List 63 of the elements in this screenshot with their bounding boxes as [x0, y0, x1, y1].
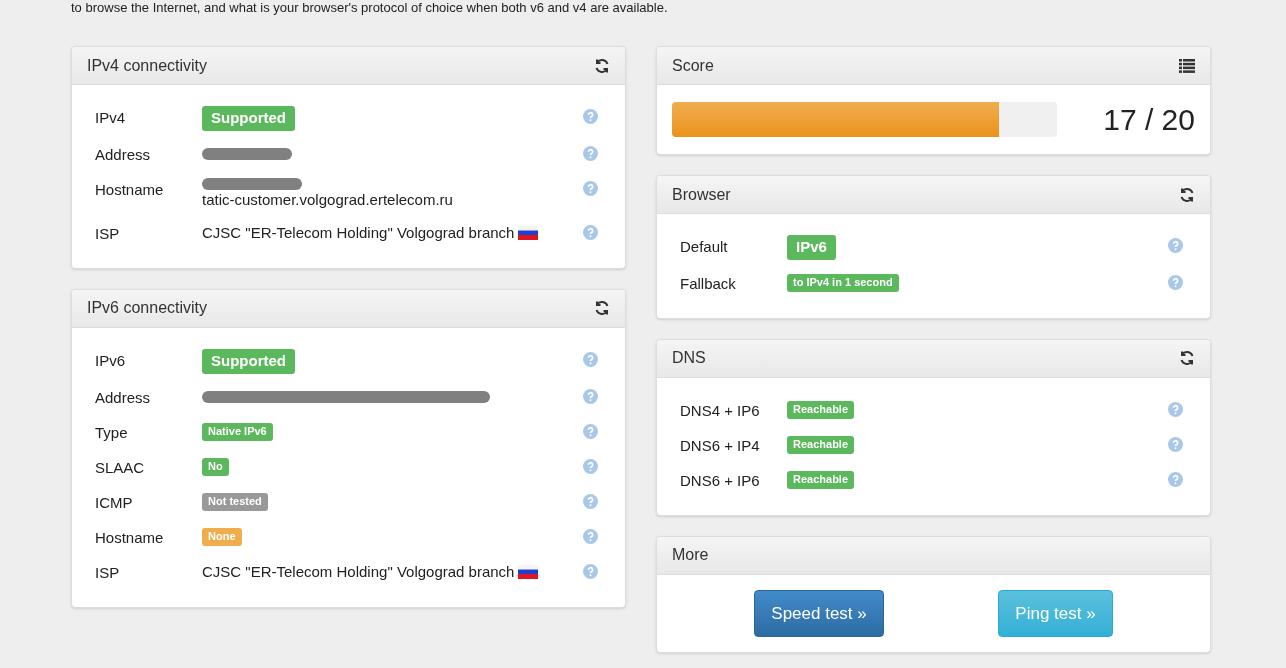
flag-icon [518, 565, 539, 579]
help-icon[interactable] [582, 180, 598, 196]
help-icon[interactable] [582, 493, 598, 509]
help-icon[interactable] [1167, 471, 1183, 487]
refresh-icon[interactable] [1179, 186, 1195, 203]
row-label: SLAAC [95, 457, 146, 478]
refresh-icon[interactable] [594, 300, 610, 317]
hostname-text: tatic-customer.volgograd.ertelecom.ru [202, 189, 453, 210]
intro-text: to browse the Internet, and what is your browser's protocol of choice when both v6 and v4 are available. [71, 0, 669, 16]
test-button[interactable]: Ping test » [998, 589, 1113, 638]
row-label: Default [680, 237, 729, 257]
row-label: Address [95, 387, 152, 408]
help-icon[interactable] [582, 423, 598, 439]
help-icon[interactable] [1167, 436, 1183, 452]
help-icon[interactable] [582, 388, 598, 404]
score-value: 17 / 20 [1103, 102, 1195, 138]
help-icon[interactable] [582, 351, 598, 367]
panel-title: Score [672, 55, 714, 76]
panel-title: More [672, 545, 709, 566]
row-label: Type [95, 422, 129, 443]
help-icon[interactable] [582, 109, 598, 124]
flag-icon [518, 226, 539, 241]
status-label: Supported [202, 348, 295, 374]
list-icon[interactable] [1179, 58, 1195, 73]
row-label: ISP [95, 223, 121, 244]
help-icon[interactable] [582, 145, 598, 161]
row-label: Fallback [680, 273, 737, 294]
status-label: Reachable [787, 436, 855, 455]
row-label: Hostname [95, 179, 165, 200]
row-label: DNS6 + IP6 [680, 470, 761, 491]
help-icon[interactable] [1167, 401, 1183, 417]
row-label: ISP [95, 562, 121, 583]
row-label: ICMP [95, 492, 134, 513]
row-label: IPv6 [95, 350, 126, 371]
status-label: Reachable [787, 401, 855, 420]
status-label: Supported [202, 106, 295, 131]
test-button[interactable]: Speed test » [754, 589, 884, 638]
status-label: to IPv4 in 1 second [787, 274, 899, 293]
help-icon[interactable] [582, 528, 598, 544]
help-icon[interactable] [1167, 238, 1183, 253]
status-label: Native IPv6 [202, 423, 273, 441]
row-label: Hostname [95, 527, 165, 548]
status-label: Reachable [787, 471, 855, 490]
panel-title: DNS [672, 348, 706, 369]
row-label: Address [95, 144, 152, 165]
refresh-icon[interactable] [1179, 350, 1195, 367]
help-icon[interactable] [1167, 274, 1183, 290]
isp-text: CJSC "ER-Telecom Holding" Volgograd branch [202, 223, 515, 244]
status-label: None [202, 528, 242, 546]
row-label: IPv4 [95, 108, 126, 128]
panel-title: IPv6 connectivity [87, 298, 208, 319]
row-label: DNS6 + IP4 [680, 435, 761, 456]
help-icon[interactable] [582, 224, 598, 240]
status-label: Not tested [202, 493, 268, 511]
help-icon[interactable] [582, 563, 598, 579]
panel-title: IPv4 connectivity [87, 55, 208, 76]
isp-text: CJSC "ER-Telecom Holding" Volgograd branch [202, 562, 515, 582]
row-label: DNS4 + IP6 [680, 400, 761, 421]
status-label: No [202, 458, 229, 476]
help-icon[interactable] [582, 458, 598, 474]
refresh-icon[interactable] [594, 57, 610, 74]
status-label: IPv6 [787, 235, 836, 260]
panel-title: Browser [672, 184, 731, 205]
